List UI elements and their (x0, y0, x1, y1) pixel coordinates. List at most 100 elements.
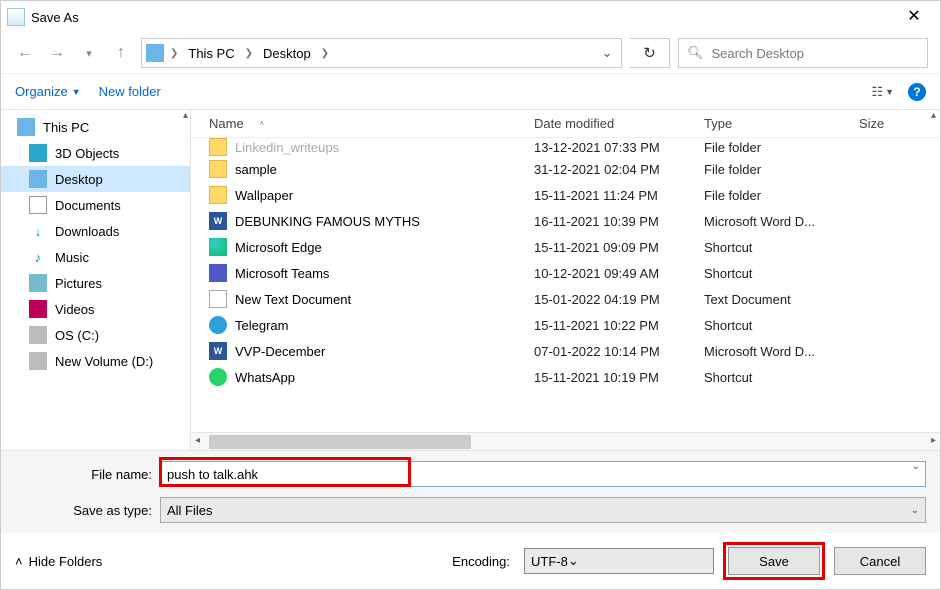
file-row[interactable]: Microsoft Edge15-11-2021 09:09 PMShortcu… (191, 234, 940, 260)
nav-item-3d-objects[interactable]: 3D Objects (1, 140, 190, 166)
scrollbar-thumb[interactable] (209, 435, 471, 449)
nav-item-desktop[interactable]: Desktop (1, 166, 190, 192)
column-headers[interactable]: Name ˄ Date modified Type Size (191, 110, 940, 138)
file-type: File folder (704, 188, 859, 203)
nav-item-new-volume-d-[interactable]: New Volume (D:) (1, 348, 190, 374)
view-options-button[interactable]: ☷ ▼ (871, 84, 894, 100)
up-button[interactable]: ↑ (109, 41, 133, 65)
column-date[interactable]: Date modified (534, 116, 704, 131)
folder-icon (209, 186, 227, 204)
encoding-combo[interactable]: UTF-8 ⌄ (524, 548, 714, 574)
filename-input[interactable] (160, 461, 926, 487)
organize-button[interactable]: Organize▼ (15, 84, 81, 99)
file-date: 15-11-2021 10:22 PM (534, 318, 704, 333)
close-button[interactable]: ✕ (894, 1, 934, 33)
scroll-up-icon[interactable]: ▴ (183, 110, 188, 121)
file-name: Wallpaper (235, 188, 293, 203)
nav-item-label: 3D Objects (55, 146, 119, 161)
chevron-right-icon[interactable]: ❯ (243, 48, 255, 59)
file-name: WhatsApp (235, 370, 295, 385)
back-button[interactable]: ← (13, 41, 37, 65)
nav-item-os-c-[interactable]: OS (C:) (1, 322, 190, 348)
savetype-combo[interactable]: All Files ⌄ (160, 497, 926, 523)
nav-item-label: OS (C:) (55, 328, 99, 343)
new-folder-button[interactable]: New folder (99, 84, 161, 99)
nav-item-downloads[interactable]: ↓ Downloads (1, 218, 190, 244)
recent-locations-button[interactable]: ▾ (77, 41, 101, 65)
file-name: VVP-December (235, 344, 325, 359)
file-name: Microsoft Edge (235, 240, 322, 255)
search-placeholder: Search Desktop (712, 46, 805, 61)
drive-icon (29, 326, 47, 344)
encoding-label: Encoding: (452, 554, 510, 569)
hide-folders-button[interactable]: ˄ Hide Folders (15, 554, 102, 569)
search-input[interactable]: 🔍︎ Search Desktop (678, 38, 928, 68)
drive-icon (29, 352, 47, 370)
nav-item-documents[interactable]: Documents (1, 192, 190, 218)
breadcrumb-desktop[interactable]: Desktop (259, 46, 315, 61)
toolbar: Organize▼ New folder ☷ ▼ ? (1, 73, 940, 109)
pc-icon (146, 44, 164, 62)
nav-item-pictures[interactable]: Pictures (1, 270, 190, 296)
scroll-left-icon[interactable]: ◂ (195, 435, 200, 446)
app-icon (7, 8, 25, 26)
horizontal-scrollbar[interactable]: ◂ ▸ (191, 432, 940, 450)
file-date: 13-12-2021 07:33 PM (534, 140, 704, 155)
file-type: Shortcut (704, 240, 859, 255)
file-type: Shortcut (704, 318, 859, 333)
chevron-down-icon[interactable]: ⌄ (912, 461, 920, 472)
column-type[interactable]: Type (704, 116, 859, 131)
word-icon: W (209, 212, 227, 230)
nav-item-label: Documents (55, 198, 121, 213)
file-row[interactable]: Wallpaper 15-11-2021 11:24 PMFile folder (191, 182, 940, 208)
filename-label: File name: (15, 467, 160, 482)
teams-icon (209, 264, 227, 282)
file-name: Linkedin_writeups (235, 140, 339, 155)
pc-icon (17, 118, 35, 136)
search-icon: 🔍︎ (687, 45, 704, 61)
file-name: DEBUNKING FAMOUS MYTHS (235, 214, 420, 229)
breadcrumb[interactable]: ❯ This PC ❯ Desktop ❯ ⌄ (141, 38, 622, 68)
scroll-up-icon[interactable]: ▴ (931, 110, 936, 121)
column-name[interactable]: Name ˄ (209, 116, 534, 131)
nav-item-label: Pictures (55, 276, 102, 291)
refresh-button[interactable]: ↻ (630, 38, 670, 68)
nav-this-pc[interactable]: This PC (1, 114, 190, 140)
nav-item-videos[interactable]: Videos (1, 296, 190, 322)
file-row[interactable]: New Text Document15-01-2022 04:19 PMText… (191, 286, 940, 312)
down-icon: ↓ (29, 222, 47, 240)
chevron-down-icon: ⌄ (568, 553, 579, 569)
file-date: 10-12-2021 09:49 AM (534, 266, 704, 281)
file-date: 15-11-2021 11:24 PM (534, 188, 704, 203)
address-bar: ← → ▾ ↑ ❯ This PC ❯ Desktop ❯ ⌄ ↻ 🔍︎ Sea… (1, 33, 940, 73)
nav-item-label: Videos (55, 302, 95, 317)
file-row[interactable]: WVVP-December07-01-2022 10:14 PMMicrosof… (191, 338, 940, 364)
breadcrumb-dropdown[interactable]: ⌄ (597, 45, 617, 61)
savetype-label: Save as type: (15, 503, 160, 518)
save-button[interactable]: Save (728, 547, 820, 575)
breadcrumb-this-pc[interactable]: This PC (184, 46, 238, 61)
nav-item-music[interactable]: ♪Music (1, 244, 190, 270)
file-row[interactable]: WDEBUNKING FAMOUS MYTHS16-11-2021 10:39 … (191, 208, 940, 234)
cancel-button[interactable]: Cancel (834, 547, 926, 575)
chevron-right-icon[interactable]: ❯ (168, 48, 180, 59)
file-date: 15-11-2021 10:19 PM (534, 370, 704, 385)
window-title: Save As (31, 10, 894, 25)
file-row[interactable]: Microsoft Teams10-12-2021 09:49 AMShortc… (191, 260, 940, 286)
vid-icon (29, 300, 47, 318)
file-name: New Text Document (235, 292, 351, 307)
chevron-right-icon[interactable]: ❯ (319, 48, 331, 59)
file-type: Shortcut (704, 370, 859, 385)
nav-item-label: Downloads (55, 224, 119, 239)
title-bar: Save As ✕ (1, 1, 940, 33)
file-row[interactable]: Telegram15-11-2021 10:22 PMShortcut (191, 312, 940, 338)
column-size[interactable]: Size (859, 116, 899, 131)
3d-icon (29, 144, 47, 162)
file-row[interactable]: sample31-12-2021 02:04 PMFile folder (191, 156, 940, 182)
help-button[interactable]: ? (908, 83, 926, 101)
scroll-right-icon[interactable]: ▸ (931, 435, 936, 446)
nav-item-label: Music (55, 250, 89, 265)
forward-button[interactable]: → (45, 41, 69, 65)
file-row[interactable]: WhatsApp 15-11-2021 10:19 PMShortcut (191, 364, 940, 390)
file-row[interactable]: Linkedin_writeups13-12-2021 07:33 PMFile… (191, 138, 940, 156)
